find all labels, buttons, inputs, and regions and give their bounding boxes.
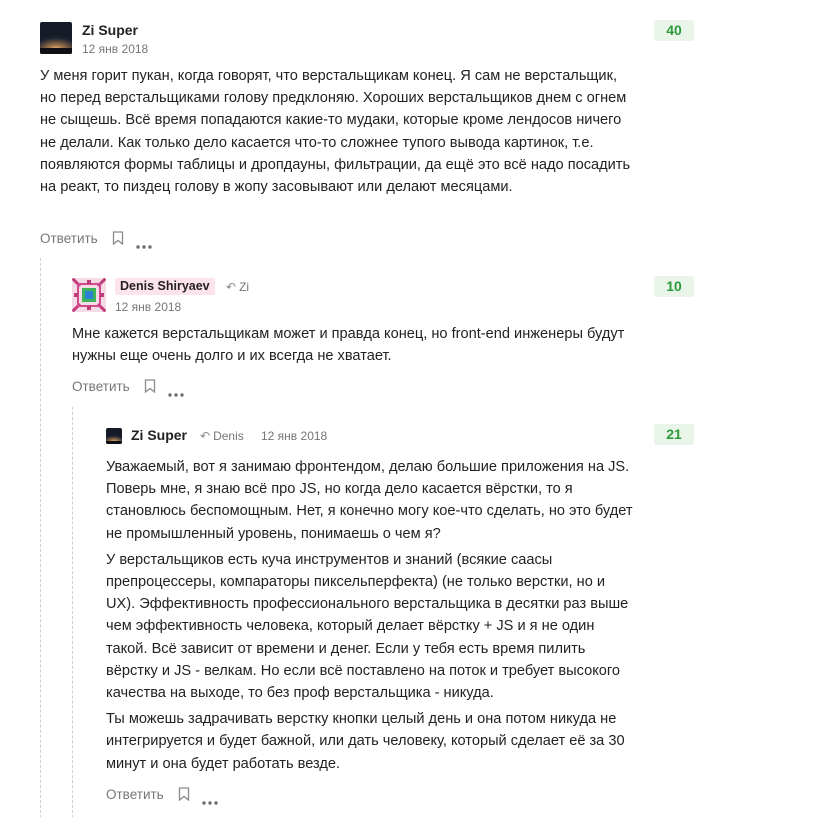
score-badge: 21: [654, 424, 694, 445]
thread-line-level-2: [72, 407, 73, 817]
comment-text: У верстальщиков есть куча инструментов и…: [106, 551, 629, 702]
comment-actions: Ответить: [106, 784, 218, 805]
comment-date[interactable]: 12 янв 2018: [82, 42, 148, 56]
more-dots-icon[interactable]: [202, 792, 218, 805]
comment-1: Zi Super 12 янв 2018 40 У меня горит пук…: [40, 20, 700, 249]
comment-body: Уважаемый, вот я занимаю фронтендом, дел…: [106, 456, 636, 775]
comment-header: Zi Super 12 янв 2018 40: [40, 20, 700, 62]
comment-actions: Ответить: [40, 228, 152, 249]
avatar[interactable]: [72, 278, 106, 312]
comment-text: Уважаемый, вот я занимаю фронтендом, дел…: [106, 459, 633, 542]
author-name[interactable]: Denis Shiryaev: [115, 278, 215, 295]
avatar[interactable]: [106, 428, 122, 444]
bookmark-icon[interactable]: [144, 379, 156, 394]
avatar[interactable]: [40, 22, 72, 54]
comment-text: Ты можешь задрачивать верстку кнопки цел…: [106, 711, 625, 772]
comment-date[interactable]: 12 янв 2018: [115, 300, 181, 314]
score-badge: 40: [654, 20, 694, 41]
comment-body: У меня горит пукан, когда говорят, что в…: [40, 65, 635, 198]
thread-line-level-1: [40, 258, 41, 817]
more-dots-icon[interactable]: [168, 384, 184, 397]
comment-body: Мне кажется верстальщикам может и правда…: [72, 323, 632, 367]
score-badge: 10: [654, 276, 694, 297]
reply-to-name: Denis: [213, 429, 244, 443]
reply-button[interactable]: Ответить: [106, 787, 164, 802]
reply-to-link[interactable]: ↶ Zi: [226, 280, 249, 294]
comment-3: Zi Super ↶ Denis 12 янв 2018 21 Уважаемый…: [106, 424, 700, 805]
author-name[interactable]: Zi Super: [131, 427, 187, 443]
author-name[interactable]: Zi Super: [82, 22, 138, 38]
comment-actions: Ответить: [72, 376, 184, 397]
comment-header: Denis Shiryaev ↶ Zi 12 янв 2018 10: [72, 276, 700, 318]
reply-arrow-icon: ↶: [226, 280, 237, 294]
reply-button[interactable]: Ответить: [72, 379, 130, 394]
bookmark-icon[interactable]: [178, 787, 190, 802]
comment-date[interactable]: 12 янв 2018: [261, 429, 327, 443]
reply-button[interactable]: Ответить: [40, 231, 98, 246]
reply-arrow-icon: ↶: [200, 429, 211, 443]
reply-to-link[interactable]: ↶ Denis: [200, 429, 244, 443]
comment-2: Denis Shiryaev ↶ Zi 12 янв 2018 10 Мне ка…: [72, 276, 700, 397]
bookmark-icon[interactable]: [112, 231, 124, 246]
reply-to-name: Zi: [239, 280, 250, 294]
comment-text: Мне кажется верстальщикам может и правда…: [72, 326, 625, 365]
comment-text: У меня горит пукан, когда говорят, что в…: [40, 68, 631, 196]
comment-header: Zi Super ↶ Denis 12 янв 2018 21: [106, 424, 700, 454]
more-dots-icon[interactable]: [136, 236, 152, 249]
